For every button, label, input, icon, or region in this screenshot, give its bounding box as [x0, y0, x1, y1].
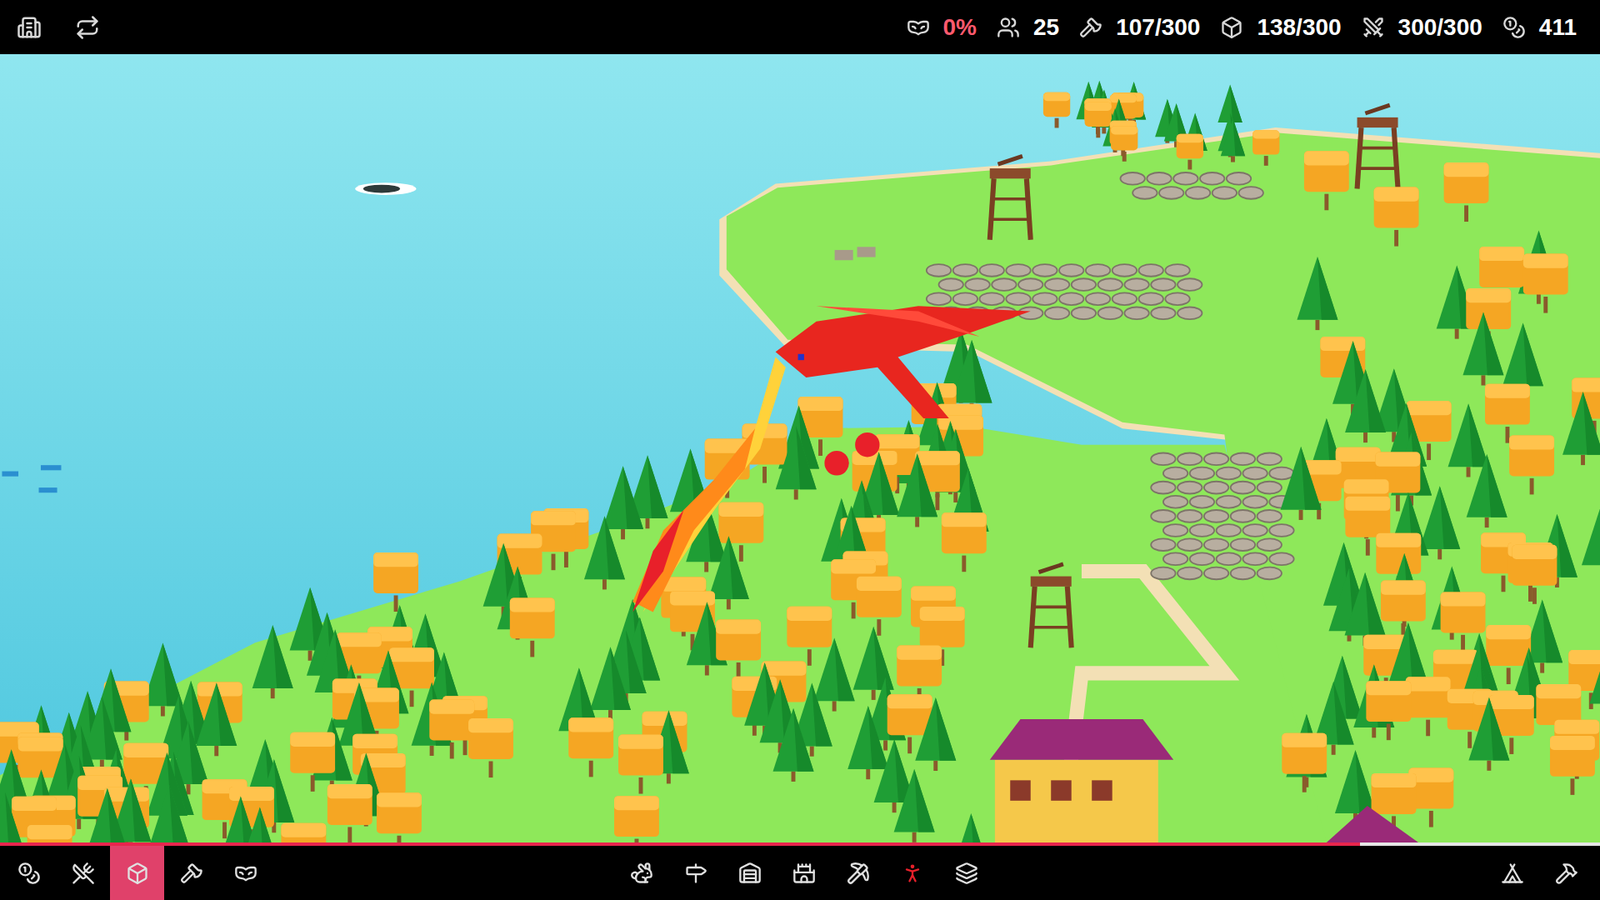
- wood-icon: [1079, 15, 1103, 40]
- swap-icon[interactable]: [75, 15, 100, 40]
- boat: [355, 182, 416, 195]
- bottom-bar: [0, 845, 1600, 900]
- stone-icon: [1220, 15, 1244, 40]
- pickaxe-icon: [846, 861, 870, 885]
- hammer-icon: [1555, 861, 1579, 885]
- food-icon: [71, 861, 95, 885]
- top-bar: 0% 25 107/300 138/300 300/300 411: [0, 0, 1600, 55]
- castle-icon: [792, 861, 816, 885]
- buildings-icon[interactable]: [16, 15, 42, 40]
- category-tab[interactable]: [1, 845, 56, 900]
- category-tab[interactable]: [110, 845, 165, 900]
- build-tool[interactable]: [939, 845, 994, 900]
- build-tool[interactable]: [885, 845, 940, 900]
- mask-icon: [234, 861, 258, 885]
- dragon[interactable]: [775, 305, 1031, 419]
- layers-icon: [955, 861, 979, 885]
- road-icon: [684, 861, 708, 885]
- tent-icon: [1500, 861, 1525, 885]
- coins-icon: [1502, 15, 1526, 40]
- build-tool[interactable]: [776, 845, 831, 900]
- category-tab[interactable]: [218, 845, 273, 900]
- resource-counter: 300/300: [1361, 15, 1483, 40]
- swords-icon: [1361, 15, 1385, 40]
- house: [990, 719, 1174, 843]
- people-icon: [996, 15, 1020, 40]
- fire-breath: [632, 356, 880, 612]
- resource-counter: 25: [996, 15, 1060, 40]
- wolves: [835, 246, 876, 260]
- build-tool[interactable]: [668, 845, 723, 900]
- mask-icon: [906, 15, 930, 40]
- person-icon: [900, 861, 925, 885]
- build-tool[interactable]: [614, 845, 669, 900]
- resource-counter: 138/300: [1220, 15, 1341, 40]
- build-tool[interactable]: [722, 845, 777, 900]
- demolish-button[interactable]: [1485, 845, 1540, 900]
- resource-counter: 411: [1502, 15, 1577, 40]
- wood-icon: [180, 861, 204, 885]
- repair-button[interactable]: [1539, 845, 1594, 900]
- game-viewport[interactable]: [0, 54, 1600, 843]
- animal-icon: [630, 861, 654, 885]
- category-tab[interactable]: [164, 845, 219, 900]
- stone-icon: [125, 861, 150, 885]
- category-tab[interactable]: [55, 845, 110, 900]
- warehouse-icon: [738, 861, 762, 885]
- build-tool[interactable]: [830, 845, 885, 900]
- resource-counter: 107/300: [1079, 15, 1200, 40]
- game-screen: 0% 25 107/300 138/300 300/300 411: [0, 0, 1600, 900]
- game-world[interactable]: [0, 54, 1600, 843]
- resource-counter: 0%: [906, 15, 977, 40]
- coins-icon: [17, 861, 41, 885]
